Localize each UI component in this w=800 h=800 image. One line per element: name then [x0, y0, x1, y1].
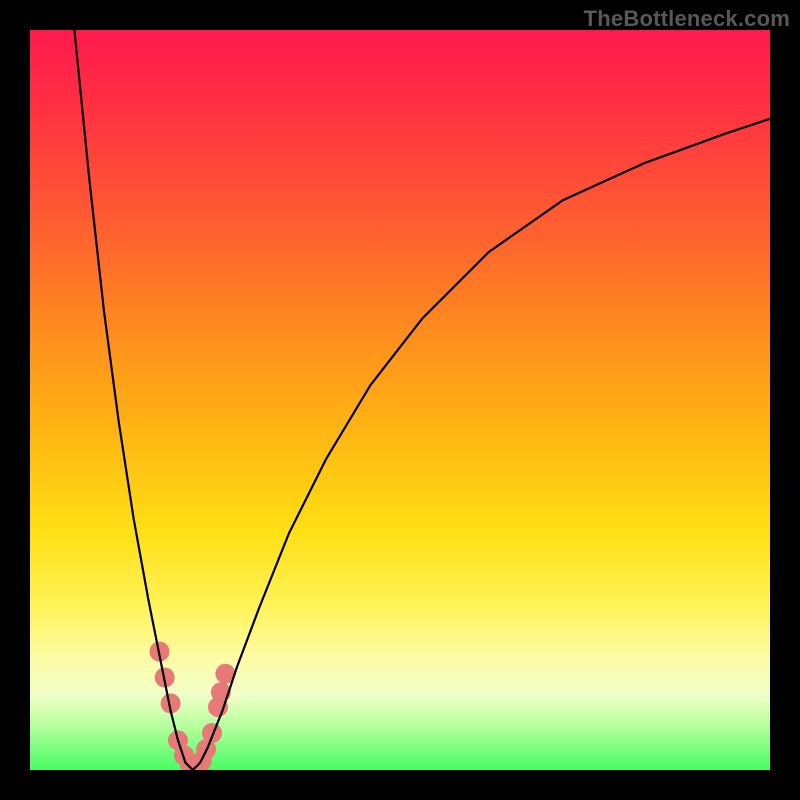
marker-group [150, 642, 236, 770]
curve-left [74, 30, 192, 770]
watermark-text: TheBottleneck.com [584, 6, 790, 32]
curve-right [193, 119, 770, 770]
plot-area [30, 30, 770, 770]
outer-frame: TheBottleneck.com [0, 0, 800, 800]
marker-dot [202, 723, 222, 743]
chart-svg [30, 30, 770, 770]
